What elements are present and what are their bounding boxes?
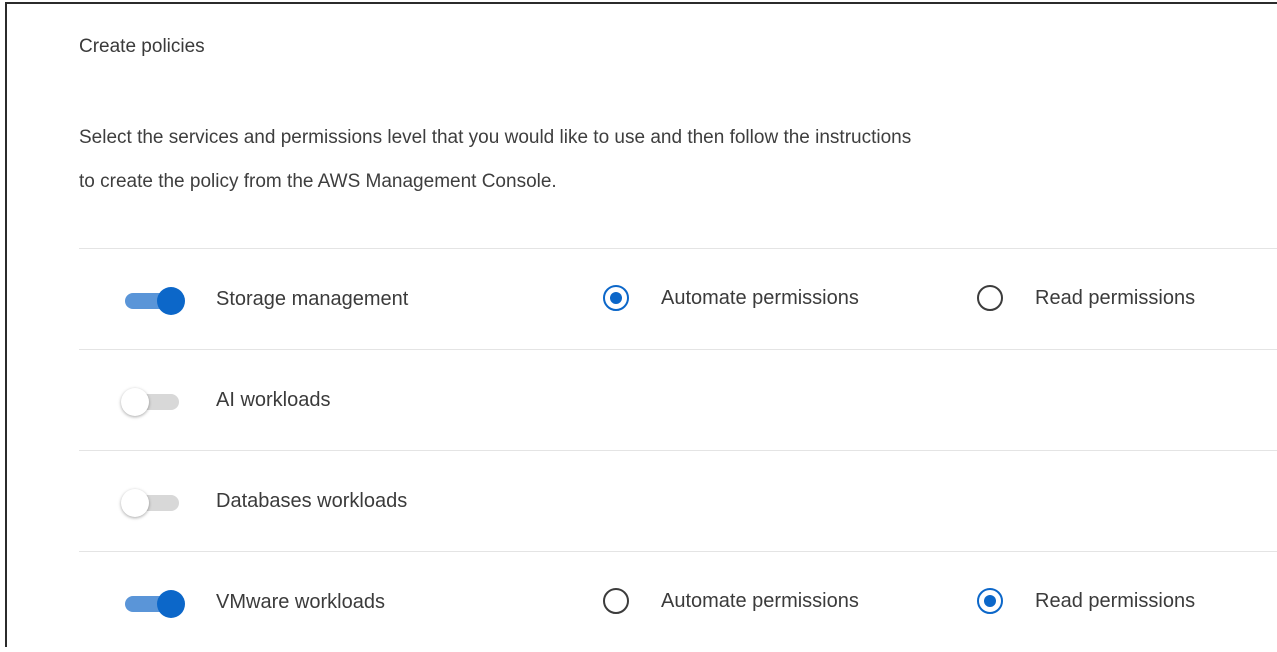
storage-read-permissions-option[interactable]: Read permissions	[977, 285, 1195, 311]
service-label: Databases workloads	[216, 490, 408, 512]
description-line-2: to create the policy from the AWS Manage…	[79, 171, 557, 192]
service-label: VMware workloads	[216, 591, 385, 613]
ai-workloads-toggle[interactable]	[121, 388, 187, 416]
create-policies-panel: Create policies Select the services and …	[5, 2, 1277, 647]
toggle-knob	[121, 388, 149, 416]
service-label: Storage management	[216, 288, 409, 310]
vmware-workloads-toggle[interactable]	[121, 590, 187, 618]
service-label: AI workloads	[216, 389, 331, 411]
radio-unchecked-icon[interactable]	[603, 588, 629, 614]
radio-checked-icon[interactable]	[977, 588, 1003, 614]
vmware-read-permissions-option[interactable]: Read permissions	[977, 588, 1195, 614]
radio-label: Automate permissions	[661, 286, 859, 309]
radio-unchecked-icon[interactable]	[977, 285, 1003, 311]
toggle-knob	[121, 489, 149, 517]
toggle-knob	[157, 590, 185, 618]
services-list: Storage management Automate permissions …	[79, 248, 1277, 652]
service-row-vmware-workloads: VMware workloads Automate permissions Re…	[79, 551, 1277, 652]
panel-title: Create policies	[79, 36, 205, 57]
service-row-databases-workloads: Databases workloads	[79, 450, 1277, 551]
storage-management-toggle[interactable]	[121, 287, 187, 315]
toggle-knob	[157, 287, 185, 315]
storage-automate-permissions-option[interactable]: Automate permissions	[603, 285, 859, 311]
radio-label: Automate permissions	[661, 589, 859, 612]
service-row-storage-management: Storage management Automate permissions …	[79, 248, 1277, 349]
radio-checked-icon[interactable]	[603, 285, 629, 311]
databases-workloads-toggle[interactable]	[121, 489, 187, 517]
service-row-ai-workloads: AI workloads	[79, 349, 1277, 450]
panel-description: Select the services and permissions leve…	[79, 116, 1199, 204]
radio-label: Read permissions	[1035, 589, 1196, 612]
radio-label: Read permissions	[1035, 286, 1196, 309]
description-line-1: Select the services and permissions leve…	[79, 127, 912, 148]
vmware-automate-permissions-option[interactable]: Automate permissions	[603, 588, 859, 614]
